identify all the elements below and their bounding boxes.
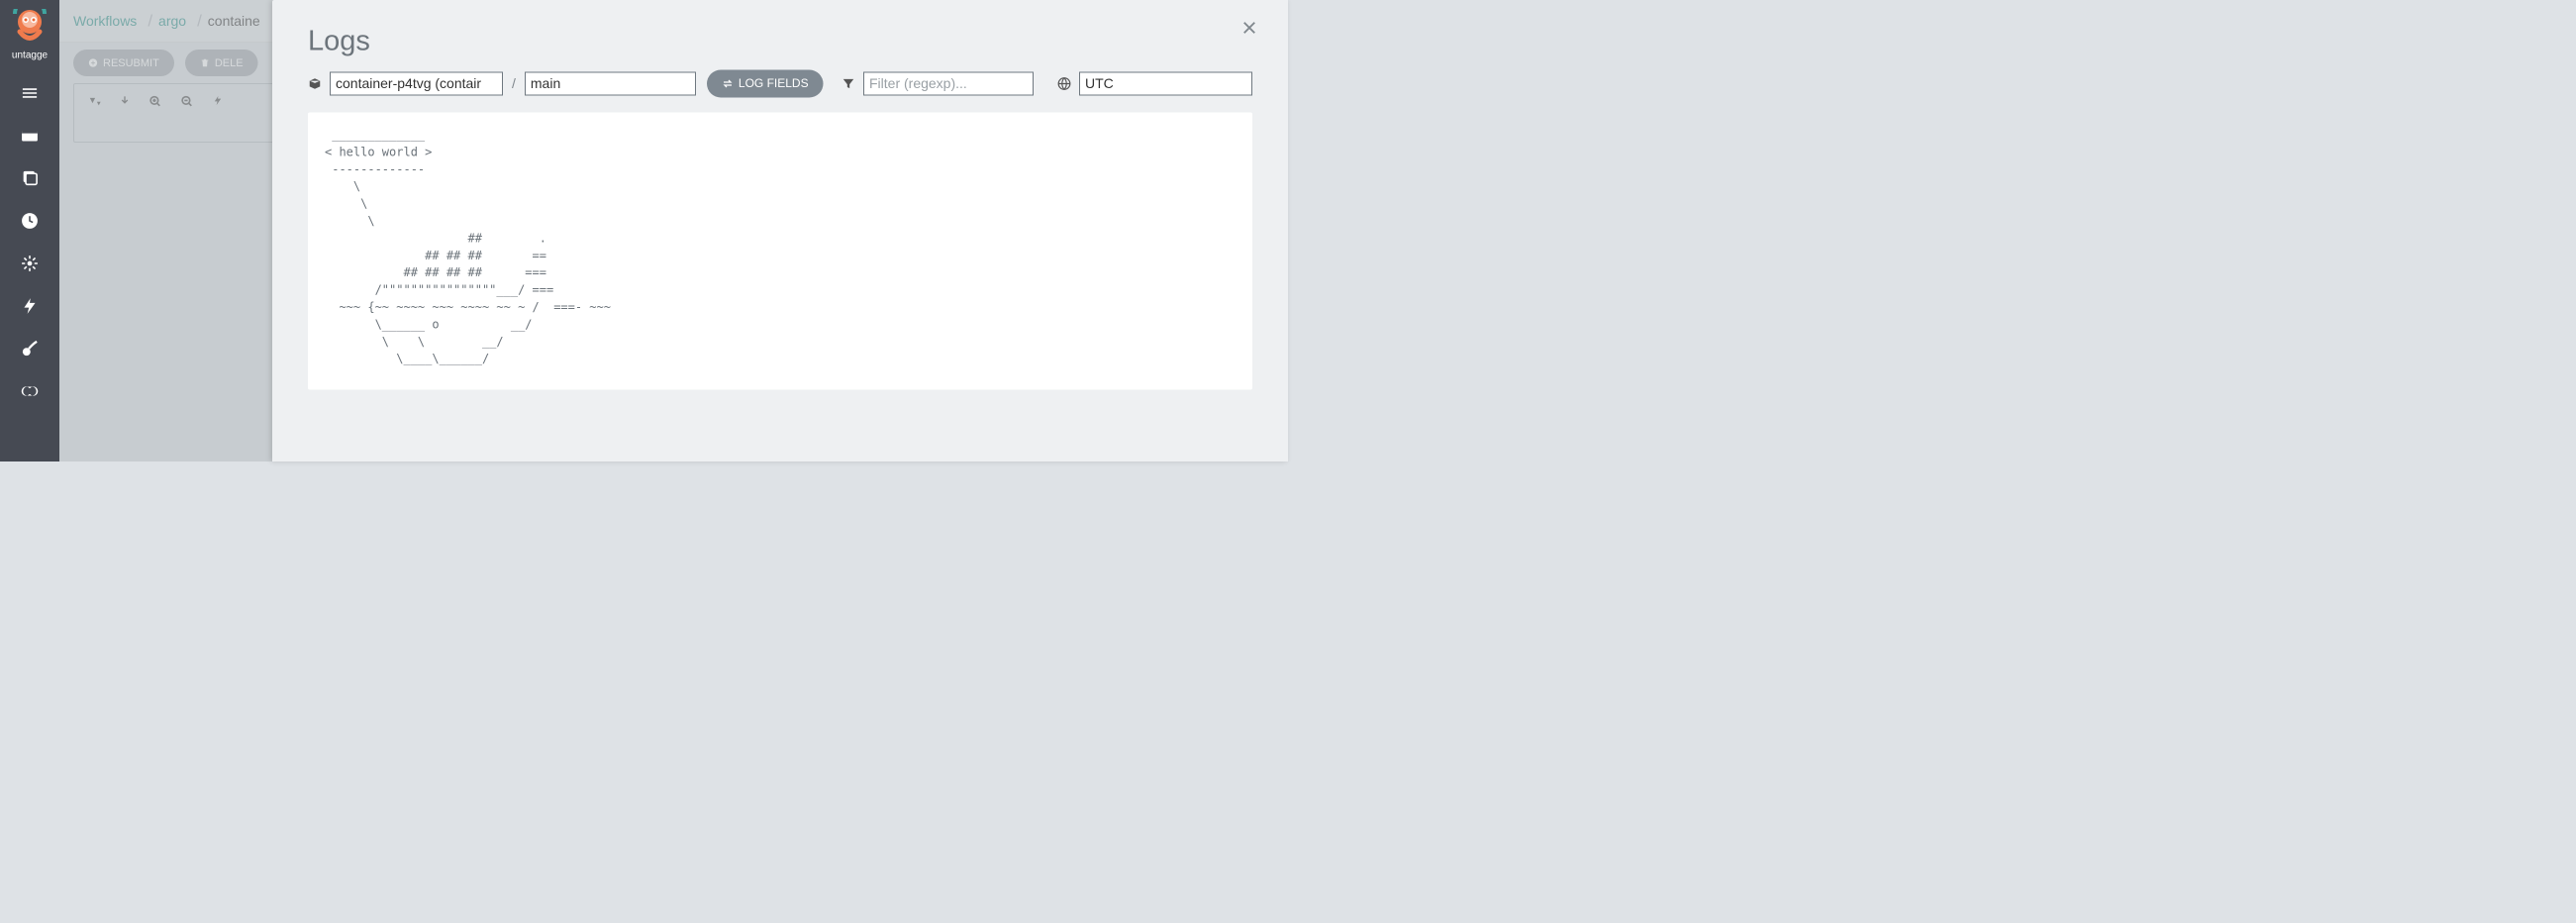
close-icon (1240, 19, 1258, 37)
container-select[interactable] (525, 72, 696, 96)
sidebar-item-reports[interactable] (19, 338, 42, 360)
sidebar-item-workflows[interactable] (19, 82, 42, 105)
swap-icon (722, 78, 734, 90)
timezone-input[interactable] (1079, 72, 1252, 96)
filter-icon (842, 77, 855, 91)
log-fields-button[interactable]: LOG FIELDS (707, 70, 824, 98)
sidebar-item-sensors[interactable] (19, 295, 42, 318)
workflow-select[interactable] (330, 72, 503, 96)
separator-slash: / (510, 76, 518, 92)
logs-panel: Logs / LOG FIELDS _____________ < hello … (272, 0, 1288, 462)
log-controls: / LOG FIELDS (272, 70, 1288, 113)
sidebar-item-events[interactable] (19, 253, 42, 275)
brand-logo: untagge (12, 9, 48, 61)
box-icon (308, 77, 322, 91)
main-content: Workflows / argo / containe RESUBMIT DEL… (59, 0, 1288, 462)
filter-input[interactable] (863, 72, 1034, 96)
close-button[interactable] (1240, 19, 1258, 40)
log-output[interactable]: _____________ < hello world > ----------… (308, 113, 1252, 390)
log-fields-label: LOG FIELDS (739, 77, 809, 91)
sidebar-item-cluster-templates[interactable] (19, 167, 42, 190)
sidebar-nav: untagge (0, 0, 59, 462)
argo-octopus-icon (12, 9, 47, 47)
panel-title: Logs (308, 24, 1252, 57)
brand-label: untagge (12, 50, 48, 61)
sidebar-item-cron[interactable] (19, 210, 42, 233)
globe-icon (1057, 77, 1071, 91)
sidebar-item-plugins[interactable] (19, 380, 42, 403)
sidebar-item-templates[interactable] (19, 125, 42, 148)
